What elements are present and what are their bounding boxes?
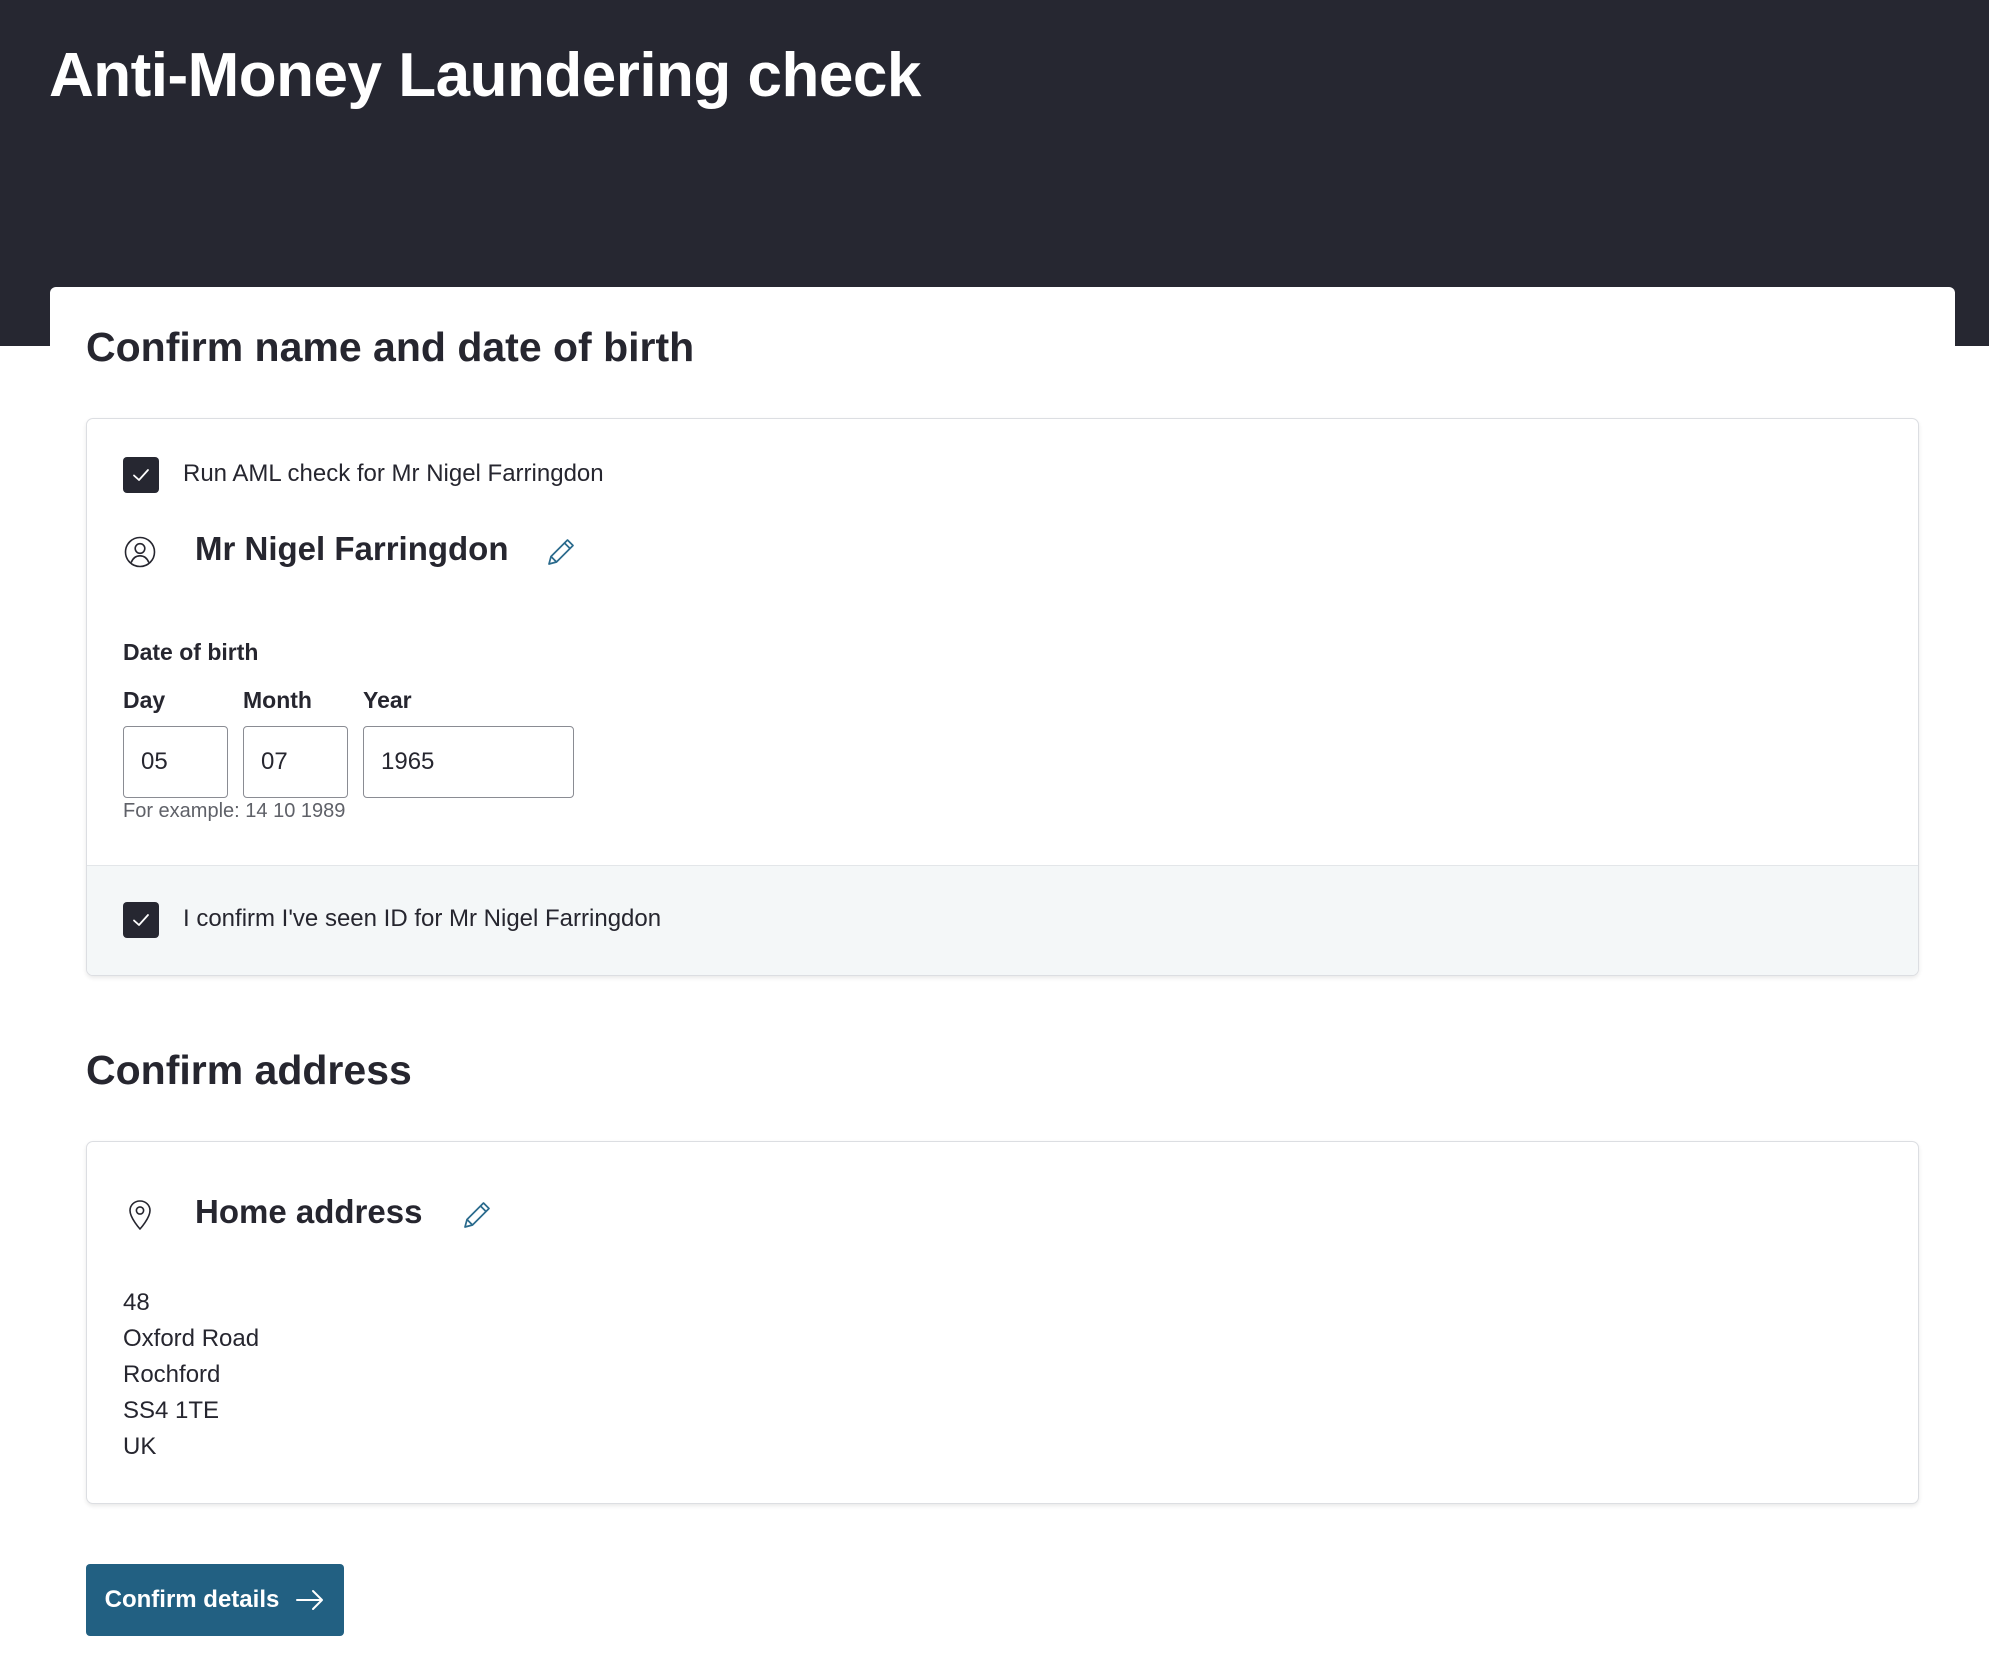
address-line: Rochford [123, 1361, 221, 1388]
id-confirm-label[interactable]: I confirm I've seen ID for Mr Nigel Farr… [183, 905, 661, 933]
section-heading-name-dob: Confirm name and date of birth [86, 324, 695, 370]
dob-day-input[interactable] [123, 726, 228, 798]
address-card: Home address 48 Oxford Road Rochford SS4… [86, 1141, 1919, 1504]
address-title: Home address [195, 1193, 423, 1230]
dob-month-input[interactable] [243, 726, 348, 798]
dob-hint: For example: 14 10 1989 [123, 800, 346, 822]
checkmark-icon [133, 469, 149, 481]
dob-label: Date of birth [123, 639, 259, 665]
confirm-details-button[interactable]: Confirm details [86, 1564, 344, 1636]
arrow-right-icon [296, 1590, 324, 1610]
page-title: Anti-Money Laundering check [49, 41, 921, 110]
month-label: Month [243, 687, 312, 713]
address-line: Oxford Road [123, 1325, 260, 1352]
person-name: Mr Nigel Farringdon [195, 530, 509, 567]
address-line: 48 [123, 1289, 150, 1316]
checkmark-icon [133, 914, 149, 926]
user-circle-icon [124, 536, 156, 568]
day-label: Day [123, 687, 166, 713]
identity-card: Run AML check for Mr Nigel Farringdon Mr… [86, 418, 1919, 976]
confirm-details-label: Confirm details [104, 1586, 280, 1613]
id-confirm-checkbox[interactable] [123, 902, 159, 938]
section-heading-address: Confirm address [86, 1047, 412, 1093]
year-label: Year [363, 687, 412, 713]
run-aml-check-checkbox[interactable] [123, 457, 159, 493]
map-pin-icon [129, 1200, 151, 1230]
edit-name-pencil-icon[interactable] [544, 535, 578, 569]
id-confirm-strip: I confirm I've seen ID for Mr Nigel Farr… [87, 865, 1918, 975]
address-line: SS4 1TE [123, 1397, 220, 1424]
edit-address-pencil-icon[interactable] [460, 1198, 494, 1232]
run-aml-check-label[interactable]: Run AML check for Mr Nigel Farringdon [183, 460, 604, 488]
dob-year-input[interactable] [363, 726, 574, 798]
address-line: UK [123, 1433, 157, 1460]
